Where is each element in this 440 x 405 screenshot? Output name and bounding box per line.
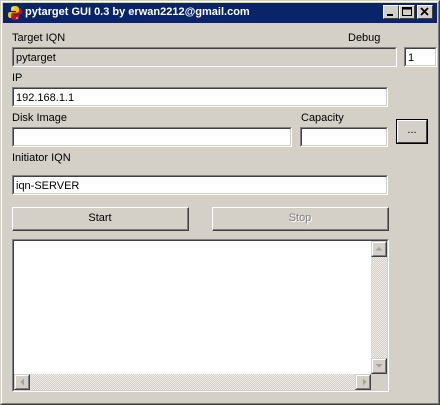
stop-button-label: Stop <box>213 208 388 230</box>
browse-button[interactable]: ... <box>396 119 428 144</box>
scrollbar-corner <box>371 374 387 390</box>
target-iqn-field[interactable]: pytarget <box>12 47 397 67</box>
target-iqn-label: Target IQN <box>12 32 66 44</box>
disk-image-field[interactable] <box>12 127 292 147</box>
python-icon <box>8 6 22 20</box>
start-button-label: Start <box>13 208 188 230</box>
scroll-down-button[interactable] <box>371 358 387 374</box>
capacity-value[interactable] <box>301 128 387 146</box>
minimize-icon <box>387 14 393 16</box>
browse-button-label: ... <box>397 120 427 143</box>
minimize-button[interactable] <box>383 5 399 19</box>
debug-field[interactable]: 1 <box>404 47 437 67</box>
horizontal-scrollbar[interactable] <box>14 374 371 390</box>
ip-label: IP <box>12 72 23 84</box>
log-output[interactable] <box>12 239 389 392</box>
arrow-left-icon <box>20 378 24 386</box>
start-button[interactable]: Start <box>12 207 189 231</box>
arrow-right-icon <box>363 378 367 386</box>
target-iqn-value[interactable]: pytarget <box>13 48 396 66</box>
capacity-label: Capacity <box>301 112 344 124</box>
scroll-left-button[interactable] <box>14 374 30 390</box>
log-text <box>16 243 369 372</box>
close-icon <box>420 7 429 16</box>
window-title: pytarget GUI 0.3 by erwan2212@gmail.com <box>25 6 250 18</box>
close-button[interactable] <box>417 5 433 19</box>
maximize-icon <box>402 7 412 16</box>
ip-field[interactable]: 192.168.1.1 <box>12 87 388 107</box>
scroll-up-button[interactable] <box>371 241 387 257</box>
title-bar[interactable]: pytarget GUI 0.3 by erwan2212@gmail.com <box>3 3 437 23</box>
debug-label: Debug <box>348 32 381 44</box>
disk-image-label: Disk Image <box>12 112 68 124</box>
initiator-iqn-field[interactable]: iqn-SERVER <box>12 175 388 195</box>
app-window: pytarget GUI 0.3 by erwan2212@gmail.com … <box>0 0 440 405</box>
ip-value[interactable]: 192.168.1.1 <box>13 88 387 106</box>
arrow-down-icon <box>375 364 383 368</box>
initiator-iqn-value[interactable]: iqn-SERVER <box>13 176 387 194</box>
stop-button[interactable]: Stop <box>212 207 389 231</box>
debug-value[interactable]: 1 <box>405 48 436 66</box>
disk-image-value[interactable] <box>13 128 291 146</box>
maximize-button[interactable] <box>399 5 415 19</box>
initiator-iqn-label: Initiator IQN <box>12 152 71 164</box>
capacity-field[interactable] <box>300 127 388 147</box>
vertical-scrollbar[interactable] <box>371 241 387 374</box>
arrow-up-icon <box>375 247 383 251</box>
scroll-right-button[interactable] <box>355 374 371 390</box>
